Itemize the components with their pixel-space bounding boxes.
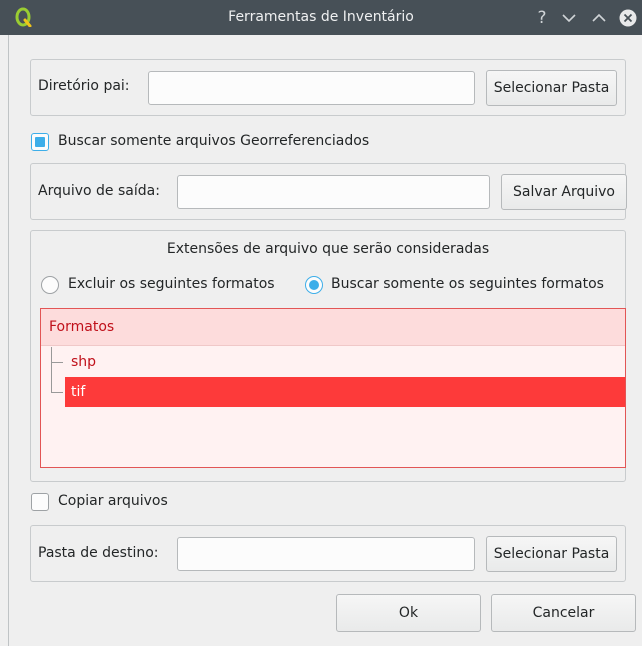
georef-only-checkbox[interactable] xyxy=(31,133,49,151)
parent-dir-label: Diretório pai: xyxy=(38,78,130,94)
destination-group: Pasta de destino: Selecionar Pasta xyxy=(30,525,626,582)
format-item-tif[interactable]: tif xyxy=(65,377,625,407)
select-destination-folder-button[interactable]: Selecionar Pasta xyxy=(486,536,617,572)
extensions-title: Extensões de arquivo que serão considera… xyxy=(166,241,490,257)
ok-button[interactable]: Ok xyxy=(336,594,481,632)
copy-files-checkbox[interactable] xyxy=(31,493,49,511)
exclude-formats-label[interactable]: Excluir os seguintes formatos xyxy=(68,276,275,292)
georef-only-label[interactable]: Buscar somente arquivos Georreferenciado… xyxy=(58,133,369,149)
cancel-button[interactable]: Cancelar xyxy=(491,594,636,632)
destination-input[interactable] xyxy=(177,537,475,571)
close-icon[interactable] xyxy=(619,9,637,27)
select-parent-folder-button[interactable]: Selecionar Pasta xyxy=(486,70,617,106)
formats-tree[interactable]: Formatos shp tif xyxy=(40,308,626,468)
tree-branch-line xyxy=(51,347,52,392)
only-formats-radio[interactable] xyxy=(305,276,323,294)
format-item-label: shp xyxy=(71,354,97,370)
save-file-button[interactable]: Salvar Arquivo xyxy=(501,174,627,210)
output-file-label: Arquivo de saída: xyxy=(38,183,160,199)
destination-label: Pasta de destino: xyxy=(38,545,159,561)
copy-files-label[interactable]: Copiar arquivos xyxy=(58,493,168,509)
tree-branch-line xyxy=(51,392,63,393)
output-file-group: Arquivo de saída: Salvar Arquivo xyxy=(30,163,627,220)
only-formats-label[interactable]: Buscar somente os seguintes formatos xyxy=(331,276,604,292)
chevron-down-icon[interactable] xyxy=(560,9,578,27)
help-icon[interactable]: ? xyxy=(533,9,551,27)
window-titlebar[interactable]: Ferramentas de Inventário ? xyxy=(0,0,642,35)
format-item-shp[interactable]: shp xyxy=(65,347,625,377)
formats-tree-header[interactable]: Formatos xyxy=(41,309,625,346)
parent-dir-group: Diretório pai: Selecionar Pasta xyxy=(30,59,626,116)
dialog-body: Diretório pai: Selecionar Pasta Buscar s… xyxy=(8,35,642,646)
chevron-up-icon[interactable] xyxy=(590,9,608,27)
parent-dir-input[interactable] xyxy=(148,71,475,105)
tree-branch-line xyxy=(51,362,63,363)
exclude-formats-radio[interactable] xyxy=(41,276,59,294)
output-file-input[interactable] xyxy=(177,175,490,209)
